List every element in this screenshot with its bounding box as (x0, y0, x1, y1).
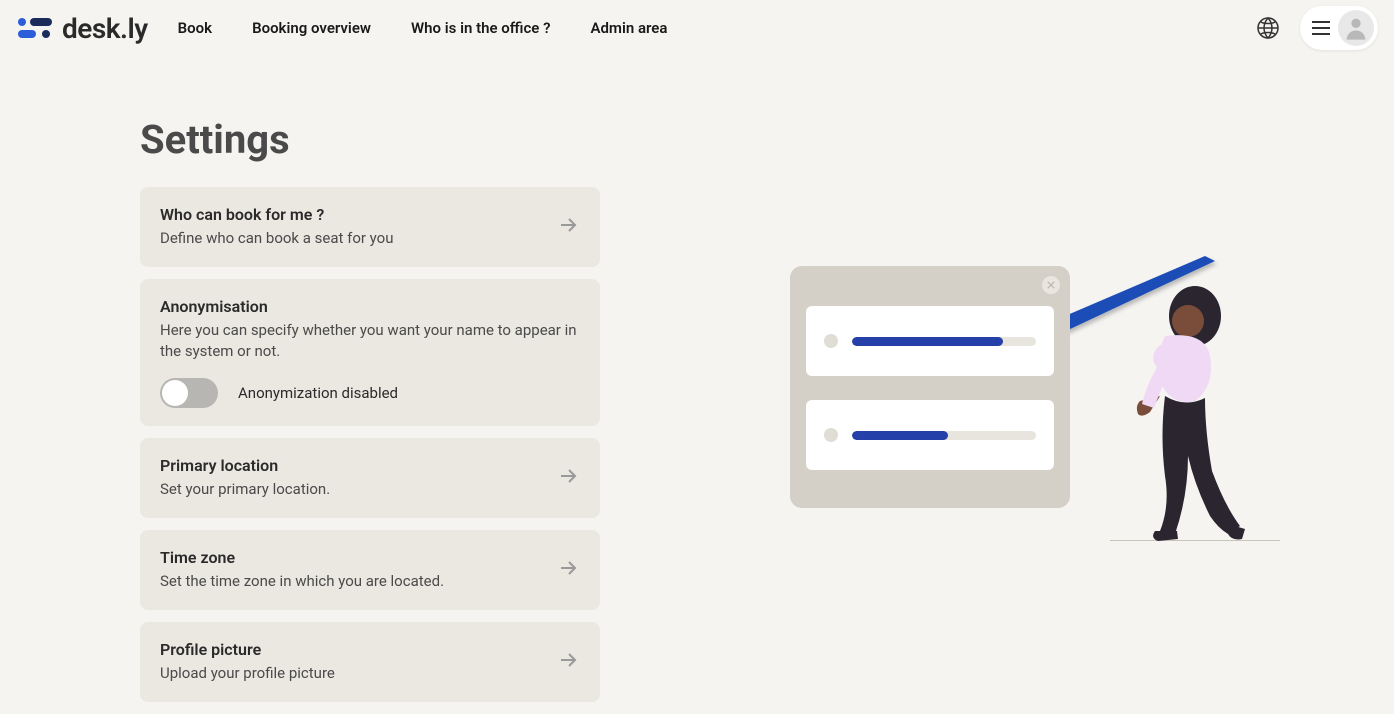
toggle-label: Anonymization disabled (238, 384, 398, 402)
illustration-row (806, 400, 1054, 470)
card-anonymisation: Anonymisation Here you can specify wheth… (140, 279, 600, 426)
profile-menu[interactable] (1300, 6, 1378, 50)
main-content: Settings Who can book for me ? Define wh… (0, 56, 1394, 714)
card-who-can-book[interactable]: Who can book for me ? Define who can boo… (140, 187, 600, 267)
card-title: Anonymisation (160, 297, 580, 316)
card-content: Time zone Set the time zone in which you… (160, 548, 540, 592)
illustration-panel (790, 266, 1070, 508)
card-content: Primary location Set your primary locati… (160, 456, 540, 500)
illustration-dot-icon (824, 428, 838, 442)
logo-icon (16, 14, 56, 42)
nav-admin-area[interactable]: Admin area (590, 19, 667, 37)
card-title: Time zone (160, 548, 540, 567)
avatar (1338, 10, 1374, 46)
main-nav: Book Booking overview Who is in the offi… (178, 19, 668, 37)
settings-column: Settings Who can book for me ? Define wh… (140, 116, 600, 714)
card-desc: Upload your profile picture (160, 663, 540, 684)
toggle-row: Anonymization disabled (160, 378, 580, 408)
card-primary-location[interactable]: Primary location Set your primary locati… (140, 438, 600, 518)
page-title: Settings (140, 116, 600, 163)
logo[interactable]: desk.ly (16, 12, 148, 45)
arrow-right-icon (556, 213, 580, 241)
illustration-bar (852, 431, 1036, 440)
header-right (1256, 6, 1378, 50)
card-desc: Define who can book a seat for you (160, 228, 540, 249)
illustration-dot-icon (824, 334, 838, 348)
card-desc: Set your primary location. (160, 479, 540, 500)
arrow-right-icon (556, 556, 580, 584)
arrow-right-icon (556, 648, 580, 676)
hamburger-icon (1312, 21, 1330, 35)
logo-text: desk.ly (62, 12, 148, 45)
nav-booking-overview[interactable]: Booking overview (252, 19, 371, 37)
card-title: Profile picture (160, 640, 540, 659)
card-time-zone[interactable]: Time zone Set the time zone in which you… (140, 530, 600, 610)
header: desk.ly Book Booking overview Who is in … (0, 0, 1394, 56)
language-icon[interactable] (1256, 16, 1280, 40)
card-desc: Here you can specify whether you want yo… (160, 320, 580, 362)
anonymization-toggle[interactable] (160, 378, 218, 408)
toggle-knob (162, 380, 188, 406)
card-content: Who can book for me ? Define who can boo… (160, 205, 540, 249)
card-profile-picture[interactable]: Profile picture Upload your profile pict… (140, 622, 600, 702)
arrow-right-icon (556, 464, 580, 492)
card-desc: Set the time zone in which you are locat… (160, 571, 540, 592)
nav-who-in-office[interactable]: Who is in the office ? (411, 19, 550, 37)
illustration-close-icon (1042, 276, 1060, 294)
illustration-bar (852, 337, 1036, 346)
card-content: Profile picture Upload your profile pict… (160, 640, 540, 684)
nav-book[interactable]: Book (178, 19, 212, 37)
card-title: Primary location (160, 456, 540, 475)
illustration-column (640, 116, 1254, 714)
person-illustration (1110, 286, 1250, 546)
card-title: Who can book for me ? (160, 205, 540, 224)
illustration-row (806, 306, 1054, 376)
